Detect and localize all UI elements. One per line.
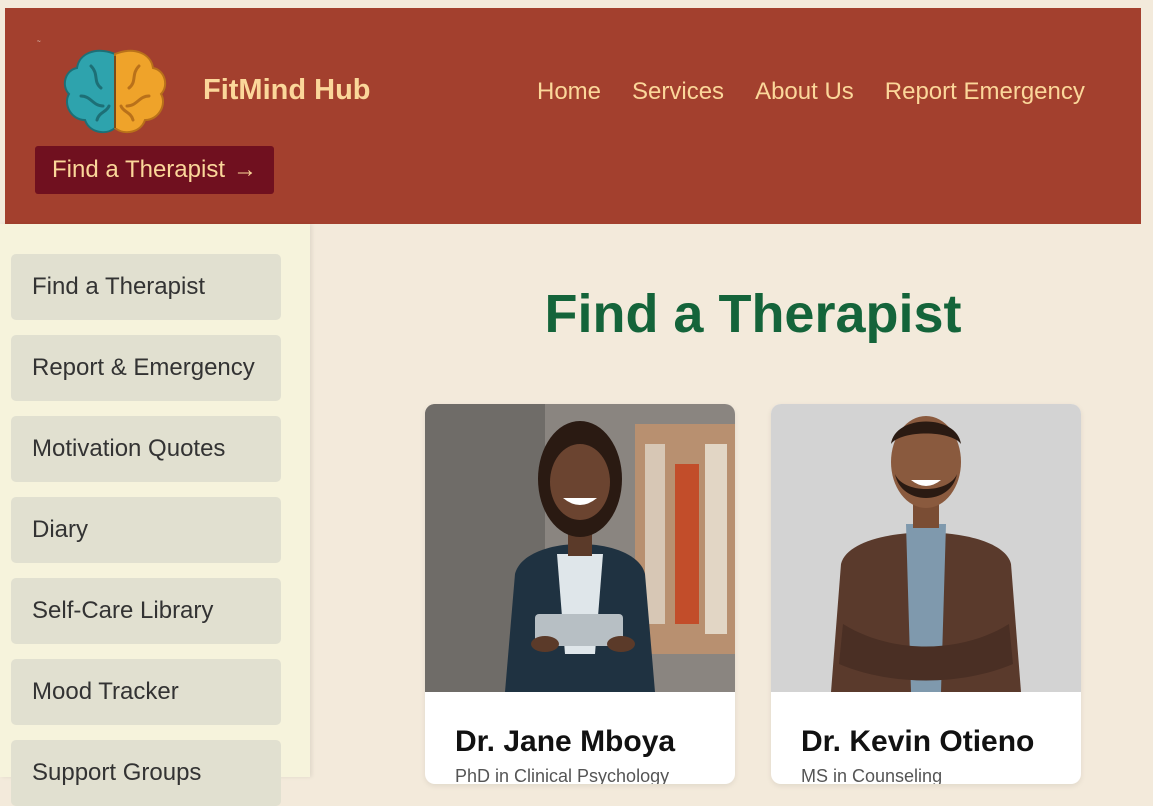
arrow-right-icon: → — [232, 156, 257, 183]
page-title: Find a Therapist — [544, 284, 962, 344]
therapist-credential: MS in Counseling — [801, 766, 943, 784]
sidebar-item-self-care-library[interactable]: Self-Care Library — [11, 578, 281, 644]
therapist-card[interactable]: Dr. Jane Mboya PhD in Clinical Psycholog… — [425, 404, 735, 784]
sidebar-item-mood-tracker[interactable]: Mood Tracker — [11, 659, 281, 725]
sidebar-item-label: Mood Tracker — [32, 678, 179, 705]
sidebar-item-support-groups[interactable]: Support Groups — [11, 740, 281, 806]
sidebar-item-motivation-quotes[interactable]: Motivation Quotes — [11, 416, 281, 482]
sidebar-item-label: Report & Emergency — [32, 354, 255, 381]
therapist-name: Dr. Jane Mboya — [455, 725, 676, 758]
sidebar-item-report-emergency[interactable]: Report & Emergency — [11, 335, 281, 401]
main-nav: Home Services About Us Report Emergency — [537, 78, 1085, 106]
nav-services[interactable]: Services — [632, 78, 724, 106]
sidebar-item-label: Support Groups — [32, 759, 202, 786]
nav-report-emergency[interactable]: Report Emergency — [885, 78, 1085, 106]
sidebar-item-label: Motivation Quotes — [32, 435, 226, 462]
sidebar-item-find-therapist[interactable]: Find a Therapist — [11, 254, 281, 320]
nav-about-us[interactable]: About Us — [755, 78, 854, 106]
brand-name[interactable]: FitMind Hub — [203, 74, 371, 107]
therapist-photo — [425, 404, 735, 692]
find-therapist-button-label: Find a Therapist — [52, 156, 225, 183]
sidebar-item-label: Diary — [32, 516, 89, 543]
sidebar-item-label: Find a Therapist — [32, 273, 205, 300]
sidebar-item-label: Self-Care Library — [32, 597, 214, 624]
find-therapist-button[interactable]: Find a Therapist → — [35, 146, 274, 194]
sidebar: Find a Therapist Report & Emergency Moti… — [0, 224, 310, 806]
therapist-photo — [771, 404, 1081, 692]
brain-icon — [63, 49, 167, 134]
brain-logo[interactable]: ~ — [35, 36, 195, 148]
logo-scribble: ~ — [37, 38, 41, 45]
site-header: ~ FitMind Hub Home Services About Us Rep… — [5, 8, 1141, 224]
therapist-name: Dr. Kevin Otieno — [801, 725, 1035, 758]
therapist-card[interactable]: Dr. Kevin Otieno MS in Counseling — [771, 404, 1081, 784]
therapist-credential: PhD in Clinical Psychology — [455, 766, 670, 784]
nav-home[interactable]: Home — [537, 78, 601, 106]
sidebar-item-diary[interactable]: Diary — [11, 497, 281, 563]
